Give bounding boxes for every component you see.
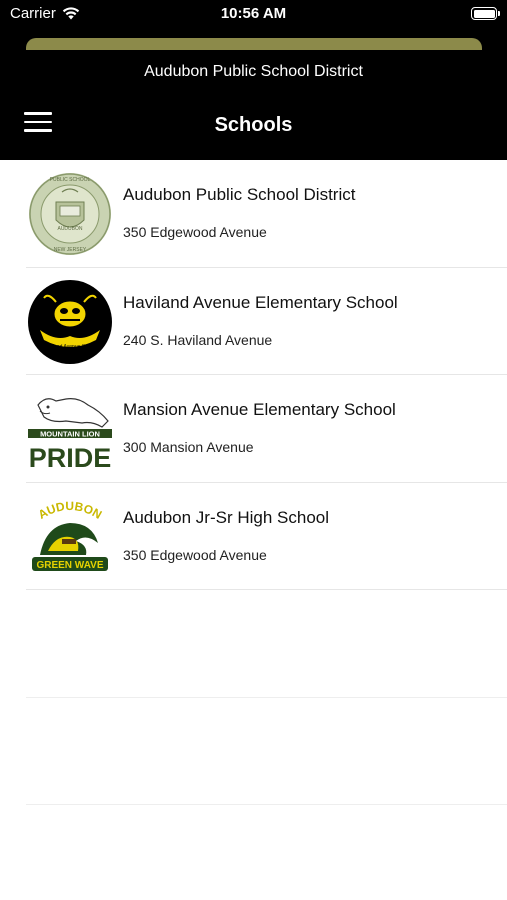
hornet-mascot-logo: HAS Haviland Avenue School [28, 279, 112, 364]
svg-text:AUDUBON: AUDUBON [36, 498, 105, 521]
school-list: AUDUBON PUBLIC SCHOOL NEW JERSEY Audubon… [0, 160, 507, 805]
school-address: 350 Edgewood Avenue [123, 546, 267, 563]
school-row-high-school[interactable]: AUDUBON GREEN WAVE Audubon Jr-Sr High Sc… [26, 483, 507, 590]
green-wave-logo: AUDUBON GREEN WAVE [32, 498, 108, 571]
svg-text:NEW JERSEY: NEW JERSEY [54, 247, 87, 253]
svg-text:PRIDE: PRIDE [29, 443, 112, 471]
header: Audubon Public School District Schools [0, 30, 507, 160]
status-bar: Carrier 10:56 AM [0, 0, 507, 30]
school-row-mansion[interactable]: MOUNTAIN LION PRIDE Mansion Avenue Eleme… [26, 375, 507, 483]
empty-row [26, 590, 507, 698]
svg-text:MOUNTAIN LION: MOUNTAIN LION [40, 430, 100, 439]
school-name: Mansion Avenue Elementary School [123, 400, 396, 419]
battery-icon [471, 7, 500, 20]
school-name: Audubon Jr-Sr High School [123, 507, 330, 527]
district-banner: Audubon Public School District [144, 63, 363, 80]
empty-row [26, 698, 507, 805]
school-row-district[interactable]: AUDUBON PUBLIC SCHOOL NEW JERSEY Audubon… [26, 160, 507, 268]
school-row-haviland[interactable]: HAS Haviland Avenue School Haviland Aven… [26, 268, 507, 375]
school-address: 350 Edgewood Avenue [123, 224, 267, 240]
svg-text:GREEN WAVE: GREEN WAVE [36, 560, 103, 571]
svg-text:HAS: HAS [63, 327, 78, 334]
svg-text:AUDUBON: AUDUBON [57, 226, 82, 232]
mountain-lion-logo: MOUNTAIN LION PRIDE [28, 398, 112, 471]
district-seal-logo: AUDUBON PUBLIC SCHOOL NEW JERSEY [29, 173, 111, 255]
school-name: Haviland Avenue Elementary School [123, 292, 398, 312]
accent-strip [26, 38, 482, 50]
svg-text:PUBLIC SCHOOL: PUBLIC SCHOOL [50, 177, 91, 183]
clock: 10:56 AM [220, 5, 287, 22]
school-address: 240 S. Haviland Avenue [123, 331, 273, 348]
school-name: Audubon Public School District [123, 185, 356, 204]
svg-text:Haviland Avenue School: Haviland Avenue School [43, 344, 97, 350]
school-address: 300 Mansion Avenue [123, 439, 254, 455]
page-title: Schools [214, 114, 293, 136]
